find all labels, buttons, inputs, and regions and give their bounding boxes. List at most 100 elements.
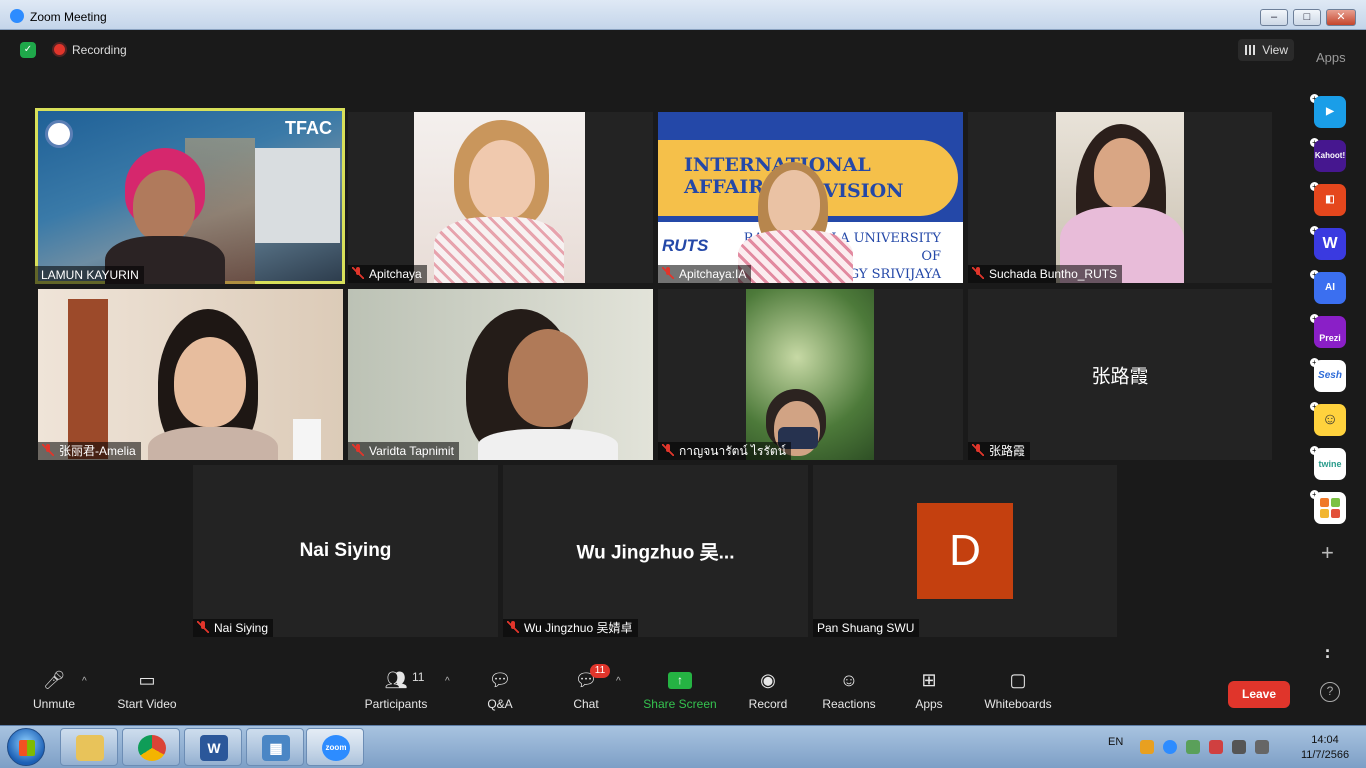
windows-logo-icon <box>19 740 35 756</box>
unmute-label: Unmute <box>32 697 76 711</box>
app-sesh[interactable]: Sesh <box>1314 360 1346 392</box>
muted-mic-icon <box>662 267 674 279</box>
clock-time: 14:04 <box>1311 734 1339 746</box>
view-button[interactable]: View <box>1238 39 1294 61</box>
muted-mic-icon <box>42 444 54 456</box>
tray-check-icon[interactable] <box>1186 740 1200 754</box>
taskbar-control-panel[interactable]: ▦ <box>246 728 304 766</box>
participant-name: Wu Jingzhuo 吴婧卓 <box>524 621 633 635</box>
app-prezi[interactable]: Prezi <box>1314 316 1346 348</box>
avatar: D <box>917 503 1013 599</box>
muted-mic-icon <box>972 267 984 279</box>
taskbar-explorer[interactable] <box>60 728 118 766</box>
participant-big-name: Wu Jingzhuo 吴... <box>576 542 735 564</box>
tfac-overlay-text: TFAC <box>285 118 332 138</box>
tray-notification-icon[interactable] <box>1140 740 1154 754</box>
participant-nametag: Suchada Buntho_RUTS <box>968 265 1123 283</box>
reactions-button[interactable]: ☺ Reactions <box>820 668 878 711</box>
participants-chevron-icon[interactable]: ^ <box>445 676 450 687</box>
tray-zoom-icon[interactable] <box>1163 740 1177 754</box>
app-twine[interactable]: twine <box>1314 448 1346 480</box>
building-image <box>255 148 340 243</box>
participant-big-name: Nai Siying <box>299 540 392 561</box>
reactions-icon: ☺ <box>839 670 859 690</box>
participant-name: 张丽君-Amelia <box>59 444 136 458</box>
chat-label: Chat <box>573 697 599 711</box>
zoom-icon: zoom <box>322 735 350 761</box>
video-tile-zhanglux[interactable]: 张路霞 张路霞 <box>968 289 1272 460</box>
apps-icon: ⊞ <box>921 670 937 690</box>
close-button[interactable]: ✕ <box>1326 9 1356 26</box>
unmute-button[interactable]: 🎤︎ Unmute <box>28 668 80 711</box>
taskbar-zoom[interactable]: zoom <box>306 728 364 766</box>
app-icon-3[interactable]: ◧ <box>1314 184 1346 216</box>
add-apps-icon[interactable]: + <box>1321 540 1334 566</box>
tray-flag-icon[interactable] <box>1209 740 1223 754</box>
participant-name: Nai Siying <box>214 621 269 635</box>
grid-icon <box>1245 45 1255 55</box>
banner-top <box>658 112 963 130</box>
app-kahoot[interactable]: Kahoot! <box>1314 140 1346 172</box>
video-tile-wu[interactable]: Wu Jingzhuo 吴... Wu Jingzhuo 吴婧卓 <box>503 465 808 637</box>
help-icon[interactable]: ? <box>1320 682 1340 702</box>
start-video-label: Start Video <box>117 697 177 711</box>
participant-video <box>746 289 874 460</box>
video-tile-pan[interactable]: D Pan Shuang SWU <box>813 465 1117 637</box>
whiteboards-label: Whiteboards <box>984 697 1052 711</box>
whiteboard-icon: ▢ <box>1009 670 1027 690</box>
participant-body <box>738 230 853 283</box>
app-icon-1[interactable]: ▶ <box>1314 96 1346 128</box>
video-tile-varidta[interactable]: Varidta Tapnimit <box>348 289 653 460</box>
apps-button[interactable]: ⊞ Apps <box>912 668 946 711</box>
muted-mic-icon <box>352 444 364 456</box>
app-icon-grid[interactable] <box>1314 492 1346 524</box>
app-icon-5[interactable]: AI <box>1314 272 1346 304</box>
participant-face <box>1094 138 1150 208</box>
participant-face <box>508 329 588 427</box>
recording-label[interactable]: Recording <box>72 43 127 57</box>
participant-video <box>414 112 585 283</box>
grid-cell <box>1320 509 1329 518</box>
taskbar-chrome[interactable] <box>122 728 180 766</box>
ruts-logo: RUTS <box>662 236 709 255</box>
participant-name: Pan Shuang SWU <box>813 619 920 637</box>
participant-face <box>133 170 195 242</box>
taskbar-clock[interactable]: 14:04 11/7/2566 <box>1290 733 1360 763</box>
video-tile-amelia[interactable]: 张丽君-Amelia <box>38 289 343 460</box>
whiteboards-button[interactable]: ▢ Whiteboards <box>982 668 1054 711</box>
participant-nametag: Apitchaya <box>348 265 427 283</box>
record-button[interactable]: ◉ Record <box>746 668 790 711</box>
grid-cell <box>1320 498 1329 507</box>
audio-options-chevron-icon[interactable]: ^ <box>82 676 87 687</box>
start-button[interactable] <box>7 728 45 766</box>
video-tile-apitchaya[interactable]: Apitchaya <box>348 112 653 283</box>
participant-name: Suchada Buntho_RUTS <box>989 267 1118 281</box>
participant-name: 张路霞 <box>989 444 1026 458</box>
volume-icon[interactable] <box>1255 740 1269 754</box>
video-tile-suchada[interactable]: Suchada Buntho_RUTS <box>968 112 1272 283</box>
video-tile-lamun[interactable]: TFAC LAMUN KAYURIN <box>35 108 345 284</box>
emoji-app-icon[interactable]: ☺ <box>1314 404 1346 436</box>
apps-label: Apps <box>915 697 943 711</box>
maximize-button[interactable]: □ <box>1293 9 1321 26</box>
participant-name: กาญจนารัตน์ ไรรัตน์ <box>679 444 786 458</box>
video-tile-kanjana[interactable]: กาญจนารัตน์ ไรรัตน์ <box>658 289 963 460</box>
minimize-button[interactable]: – <box>1260 9 1288 26</box>
word-icon: W <box>200 735 228 761</box>
video-tile-nai[interactable]: Nai Siying Nai Siying <box>193 465 498 637</box>
qa-button[interactable]: 💬︎ Q&A <box>478 668 522 711</box>
chat-chevron-icon[interactable]: ^ <box>616 676 621 687</box>
video-tile-apitchaya-ia[interactable]: INTERNATIONAL AFFAIRS DIVISION RUTS RAJA… <box>658 112 963 283</box>
participant-nametag: Varidta Tapnimit <box>348 442 459 460</box>
recording-icon <box>54 44 65 55</box>
window-title: Zoom Meeting <box>30 10 107 24</box>
app-icon-4[interactable]: W <box>1314 228 1346 260</box>
leave-button[interactable]: Leave <box>1228 681 1290 708</box>
language-indicator[interactable]: EN <box>1108 736 1123 748</box>
security-shield-icon[interactable]: ✓ <box>20 42 36 58</box>
share-screen-button[interactable]: ↑ Share Screen <box>642 668 718 711</box>
participant-face <box>768 170 820 236</box>
taskbar-word[interactable]: W <box>184 728 242 766</box>
network-icon[interactable] <box>1232 740 1246 754</box>
start-video-button[interactable]: ▭ Start Video <box>112 668 182 711</box>
